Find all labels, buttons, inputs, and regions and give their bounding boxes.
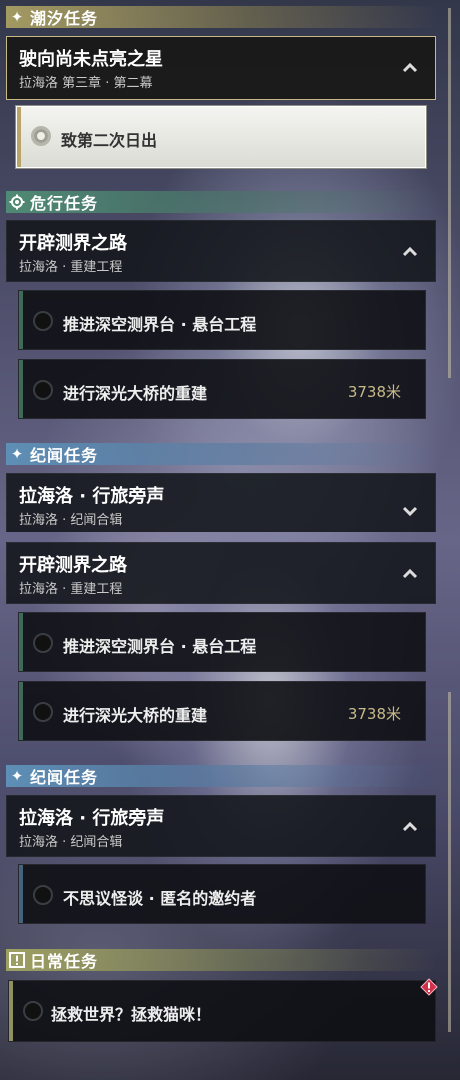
quest-title: 拉海洛 · 行旅旁声 — [19, 808, 165, 829]
section-header-danger: 危行任务 — [6, 191, 438, 213]
gear-icon — [6, 191, 28, 213]
chevron-up-icon[interactable] — [399, 816, 421, 838]
section-label: 潮汐任务 — [30, 9, 99, 28]
quest-title: 开辟测界之路 — [19, 555, 127, 576]
step-label: 进行深光大桥的重建 — [63, 384, 208, 403]
step-accent-bar — [19, 291, 23, 349]
chevron-up-icon[interactable] — [399, 57, 421, 79]
quest-subtitle: 拉海洛 · 重建工程 — [19, 260, 123, 275]
step-label: 不思议怪谈 · 匿名的邀约者 — [63, 889, 257, 908]
section-header-tidal: ✦ 潮汐任务 — [6, 6, 438, 28]
quest-title: 拉海洛 · 行旅旁声 — [19, 486, 165, 507]
step-label: 推进深空测界台 · 悬台工程 — [63, 315, 257, 334]
step-status-circle-icon — [31, 126, 51, 146]
step-distance: 3738米 — [347, 705, 401, 723]
step-status-circle-icon — [33, 633, 53, 653]
step-accent-bar — [19, 613, 23, 671]
section-label: 纪闻任务 — [30, 768, 99, 787]
quest-step-item[interactable]: 拯救世界？拯救猫咪！ — [8, 980, 436, 1042]
step-label: 拯救世界？拯救猫咪！ — [51, 1005, 212, 1024]
step-status-circle-icon — [33, 311, 53, 331]
step-label: 致第二次日出 — [61, 131, 158, 150]
step-status-circle-icon — [33, 380, 53, 400]
step-accent-bar — [19, 360, 23, 418]
section-label: 危行任务 — [30, 194, 99, 213]
sparkle-icon: ✦ — [10, 445, 24, 463]
step-status-circle-icon — [33, 885, 53, 905]
quest-road-header[interactable]: 开辟测界之路 拉海洛 · 重建工程 — [6, 220, 436, 282]
quest-star-header[interactable]: 驶向尚未点亮之星 拉海洛 第三章 · 第二幕 — [6, 36, 436, 100]
step-accent-bar — [17, 107, 21, 167]
step-label: 推进深空测界台 · 悬台工程 — [63, 637, 257, 656]
quest-step-item[interactable]: 不思议怪谈 · 匿名的邀约者 — [18, 864, 426, 924]
section-header-daily: 日常任务 — [6, 949, 438, 971]
step-accent-bar — [19, 865, 23, 923]
scrollbar-top[interactable] — [448, 8, 451, 378]
quest-step-item[interactable]: 进行深光大桥的重建 3738米 — [18, 359, 426, 419]
quest-road-header-dup[interactable]: 开辟测界之路 拉海洛 · 重建工程 — [6, 542, 436, 604]
step-status-circle-icon — [33, 702, 53, 722]
chevron-up-icon[interactable] — [399, 563, 421, 585]
sparkle-icon: ✦ — [10, 8, 24, 26]
section-header-chronicle: ✦ 纪闻任务 — [6, 765, 438, 787]
quest-title: 驶向尚未点亮之星 — [19, 49, 163, 70]
step-accent-bar — [9, 981, 13, 1041]
section-header-chronicle: ✦ 纪闻任务 — [6, 443, 438, 465]
chevron-up-icon[interactable] — [399, 241, 421, 263]
quest-voices-header[interactable]: 拉海洛 · 行旅旁声 拉海洛 · 纪闻合辑 — [6, 473, 436, 532]
quest-subtitle: 拉海洛 第三章 · 第二幕 — [19, 76, 153, 91]
section-label: 日常任务 — [30, 952, 99, 971]
quest-subtitle: 拉海洛 · 重建工程 — [19, 582, 123, 597]
step-distance: 3738米 — [347, 383, 401, 401]
quest-title: 开辟测界之路 — [19, 233, 127, 254]
sparkle-icon: ✦ — [10, 767, 24, 785]
quest-step-item[interactable]: 推进深空测界台 · 悬台工程 — [18, 612, 426, 672]
quest-step-item[interactable]: 进行深光大桥的重建 3738米 — [18, 681, 426, 741]
step-accent-bar — [19, 682, 23, 740]
step-label: 进行深光大桥的重建 — [63, 706, 208, 725]
pinned-quest-panel: ✦ 潮汐任务 驶向尚未点亮之星 拉海洛 第三章 · 第二幕 致第二次日出 危行任… — [0, 0, 460, 532]
section-label: 纪闻任务 — [30, 446, 99, 465]
quest-subtitle: 拉海洛 · 纪闻合辑 — [19, 835, 123, 850]
step-status-circle-icon — [23, 1001, 43, 1021]
quest-subtitle: 拉海洛 · 纪闻合辑 — [19, 513, 123, 528]
exclamation-box-icon — [6, 949, 28, 971]
quest-step-item[interactable]: 推进深空测界台 · 悬台工程 — [18, 290, 426, 350]
quest-step-active[interactable]: 致第二次日出 — [16, 106, 426, 168]
warning-diamond-icon — [420, 978, 438, 996]
chevron-down-icon[interactable] — [399, 500, 421, 522]
quest-voices-header[interactable]: 拉海洛 · 行旅旁声 拉海洛 · 纪闻合辑 — [6, 795, 436, 857]
scrollbar-bottom[interactable] — [448, 692, 451, 1032]
